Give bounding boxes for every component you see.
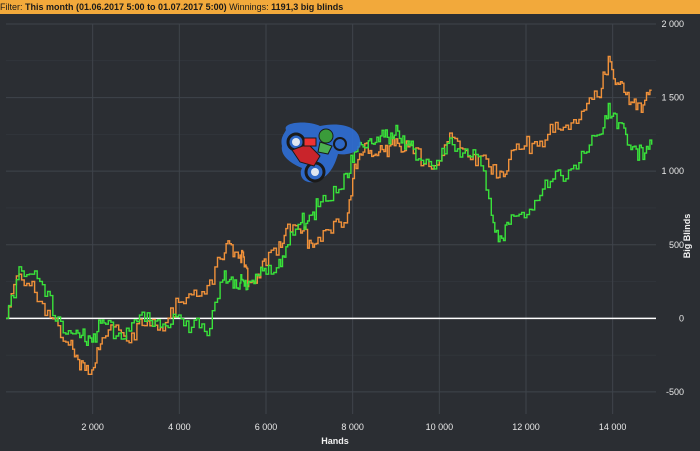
x-tick-label: 10 000: [426, 422, 454, 432]
x-tick-label: 12 000: [512, 422, 540, 432]
filter-bar: Filter: This month (01.06.2017 5:00 to 0…: [0, 0, 700, 14]
filter-period[interactable]: This month (01.06.2017 5:00 to 01.07.201…: [25, 2, 227, 12]
winnings-value: 1191,3 big blinds: [271, 2, 344, 12]
y-tick-label: -500: [666, 387, 684, 397]
filter-label: Filter:: [0, 2, 23, 12]
y-tick-label: 1 500: [661, 93, 684, 103]
y-tick-label: 1 000: [661, 166, 684, 176]
x-tick-label: 4 000: [168, 422, 191, 432]
x-axis-title: Hands: [321, 436, 349, 446]
x-tick-label: 14 000: [599, 422, 627, 432]
x-tick-label: 2 000: [81, 422, 104, 432]
x-tick-label: 8 000: [341, 422, 364, 432]
y-tick-label: 2 000: [661, 19, 684, 29]
y-tick-label: 0: [679, 313, 684, 323]
y-axis-title: Big Blinds: [682, 214, 692, 259]
x-tick-label: 6 000: [255, 422, 278, 432]
chart-background: [0, 14, 700, 451]
winnings-label: Winnings:: [229, 2, 269, 12]
winnings-chart[interactable]: 2 000 4 000 6 000 8 000 10 000 12 000 14 000 -…: [0, 14, 700, 451]
